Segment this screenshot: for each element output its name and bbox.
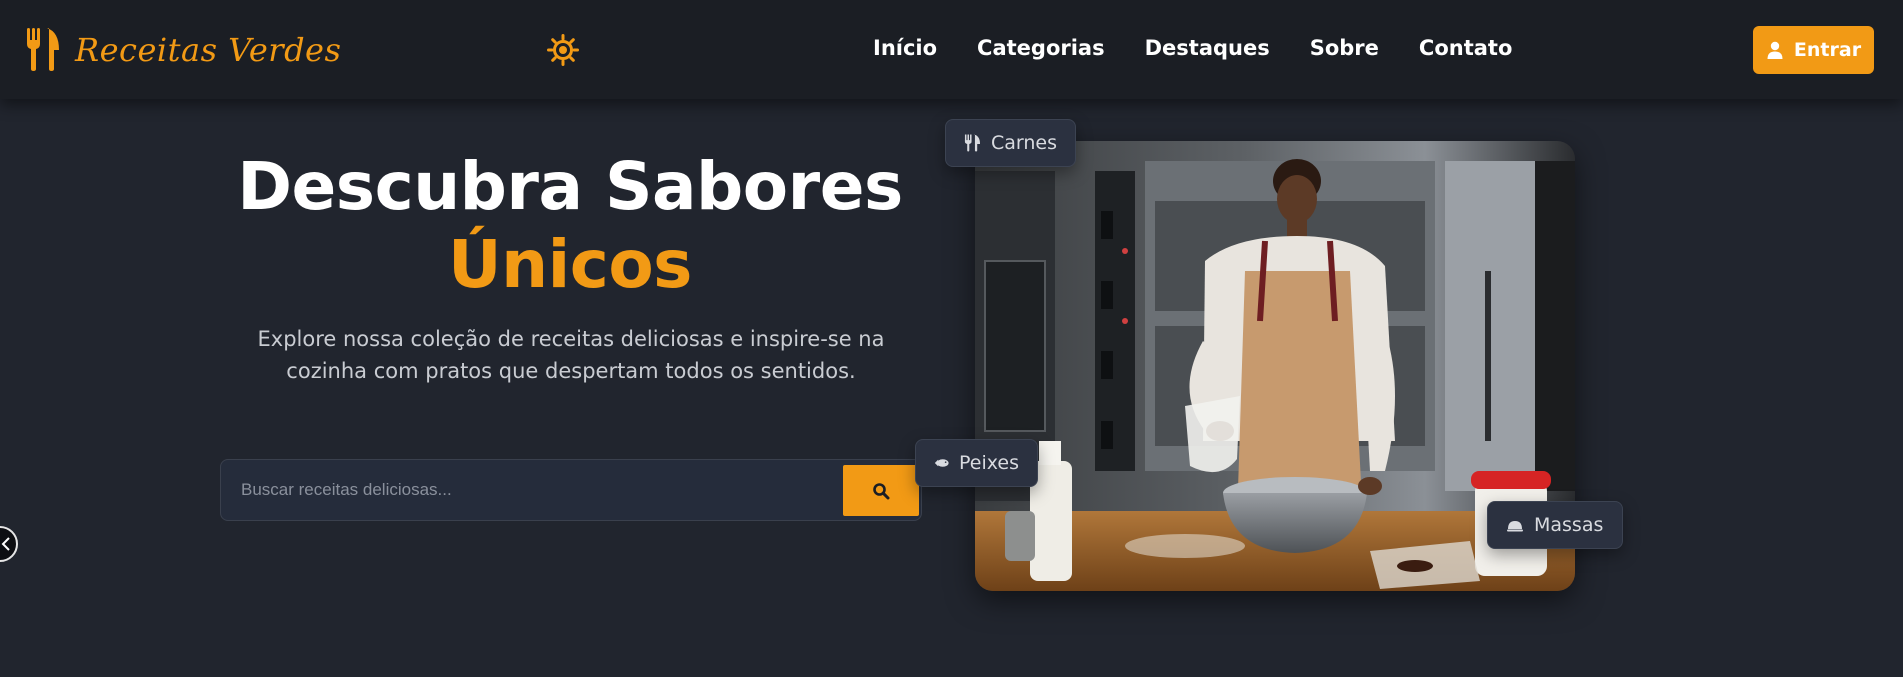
utensils-icon <box>964 134 981 152</box>
navbar: Receitas Verdes Início Categorias Destaq… <box>0 0 1903 99</box>
category-tag-label: Peixes <box>959 452 1019 474</box>
fork-knife-icon <box>27 28 59 71</box>
cloche-icon <box>1507 521 1523 532</box>
sun-icon <box>547 34 579 66</box>
nav-link-categorias[interactable]: Categorias <box>977 36 1105 60</box>
search-bar <box>220 459 922 521</box>
user-icon <box>1767 41 1783 59</box>
chevron-left-icon <box>1 537 10 551</box>
brand-name: Receitas Verdes <box>75 30 342 69</box>
hero-title-highlight: Únicos <box>448 226 692 303</box>
hero-image <box>975 141 1575 591</box>
category-tag-massas[interactable]: Massas <box>1487 501 1623 549</box>
search-button[interactable] <box>843 465 919 516</box>
category-tag-label: Carnes <box>990 132 1057 154</box>
side-panel-toggle[interactable] <box>0 526 18 562</box>
hero-title: Descubra Sabores Únicos <box>200 148 940 304</box>
nav-link-destaques[interactable]: Destaques <box>1145 36 1270 60</box>
nav-link-sobre[interactable]: Sobre <box>1310 36 1379 60</box>
fish-icon <box>934 459 949 467</box>
login-label: Entrar <box>1793 39 1862 61</box>
category-tag-carnes[interactable]: Carnes <box>945 119 1076 167</box>
login-button[interactable]: Entrar <box>1753 26 1874 74</box>
logo[interactable]: Receitas Verdes <box>27 28 341 71</box>
hero-title-line1: Descubra Sabores <box>237 148 903 225</box>
hero-subtitle: Explore nossa coleção de receitas delici… <box>257 327 885 383</box>
search-icon <box>873 482 890 499</box>
chef-baking-photo <box>975 141 1575 591</box>
search-input[interactable] <box>221 460 841 520</box>
main-nav: Início Categorias Destaques Sobre Contat… <box>873 36 1512 60</box>
category-tag-label: Massas <box>1534 514 1604 536</box>
nav-link-contato[interactable]: Contato <box>1419 36 1512 60</box>
nav-link-inicio[interactable]: Início <box>873 36 937 60</box>
category-tag-peixes[interactable]: Peixes <box>915 439 1038 487</box>
theme-toggle[interactable] <box>547 34 579 66</box>
